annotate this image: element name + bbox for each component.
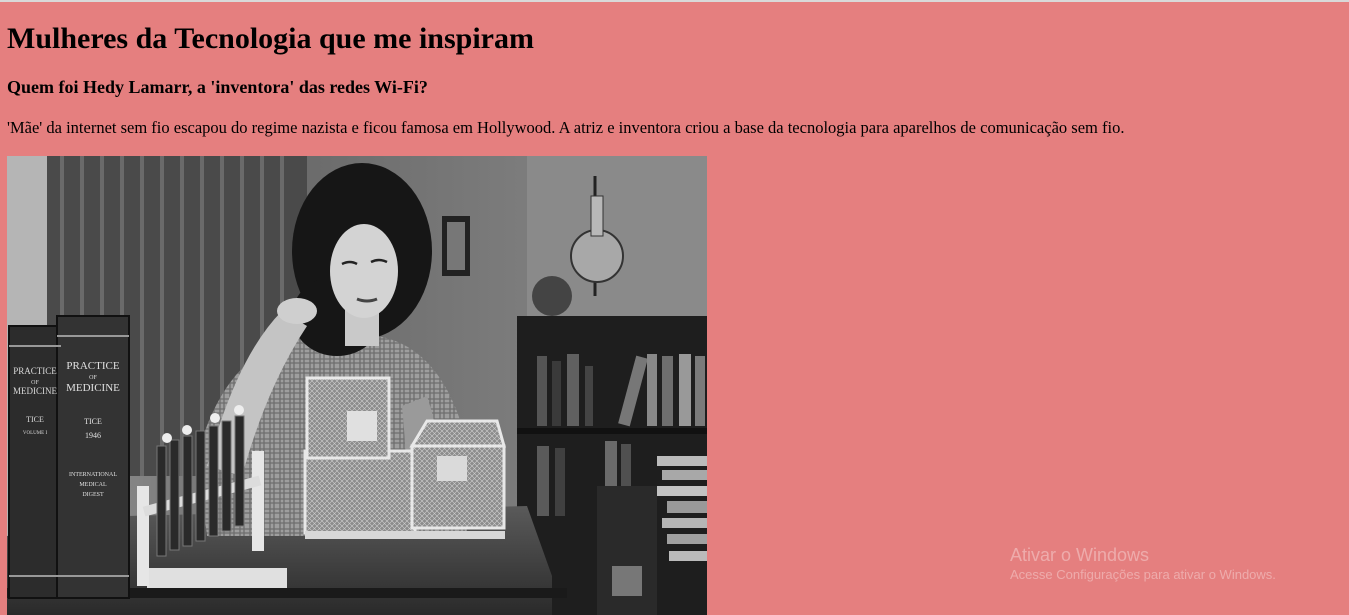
- page-title: Mulheres da Tecnologia que me inspiram: [7, 22, 534, 55]
- book1-spine-line3: MEDICINE: [13, 386, 57, 396]
- book2-spine-line4: TICE: [84, 417, 102, 426]
- window-top-border: [0, 0, 1349, 2]
- book1-spine-line5: VOLUME I: [23, 431, 48, 436]
- windows-activation-watermark: Ativar o Windows Acesse Configurações pa…: [1010, 544, 1276, 584]
- article-paragraph: 'Mãe' da internet sem fio escapou do reg…: [7, 118, 1125, 137]
- book2-spine-line5: 1946: [85, 431, 101, 440]
- book1-spine-line4: TICE: [26, 415, 44, 424]
- hedy-lamarr-photo: PRACTICE OF MEDICINE TICE VOLUME I PRACT…: [7, 156, 707, 615]
- book2-spine-line2: OF: [89, 375, 97, 381]
- book2-spine-line7: MEDICAL: [79, 482, 107, 488]
- book2-spine-line6: INTERNATIONAL: [69, 472, 117, 478]
- medicine-books: PRACTICE OF MEDICINE TICE VOLUME I PRACT…: [8, 315, 130, 599]
- book2-spine-line3: MEDICINE: [66, 382, 120, 394]
- watermark-subtitle: Acesse Configurações para ativar o Windo…: [1010, 567, 1276, 582]
- watermark-title: Ativar o Windows: [1010, 545, 1150, 565]
- book1-spine-line1: PRACTICE: [13, 366, 57, 376]
- book2-spine-line1: PRACTICE: [66, 360, 119, 372]
- article-heading: Quem foi Hedy Lamarr, a 'inventora' das …: [7, 77, 428, 97]
- book2-spine-line8: DIGEST: [82, 492, 104, 498]
